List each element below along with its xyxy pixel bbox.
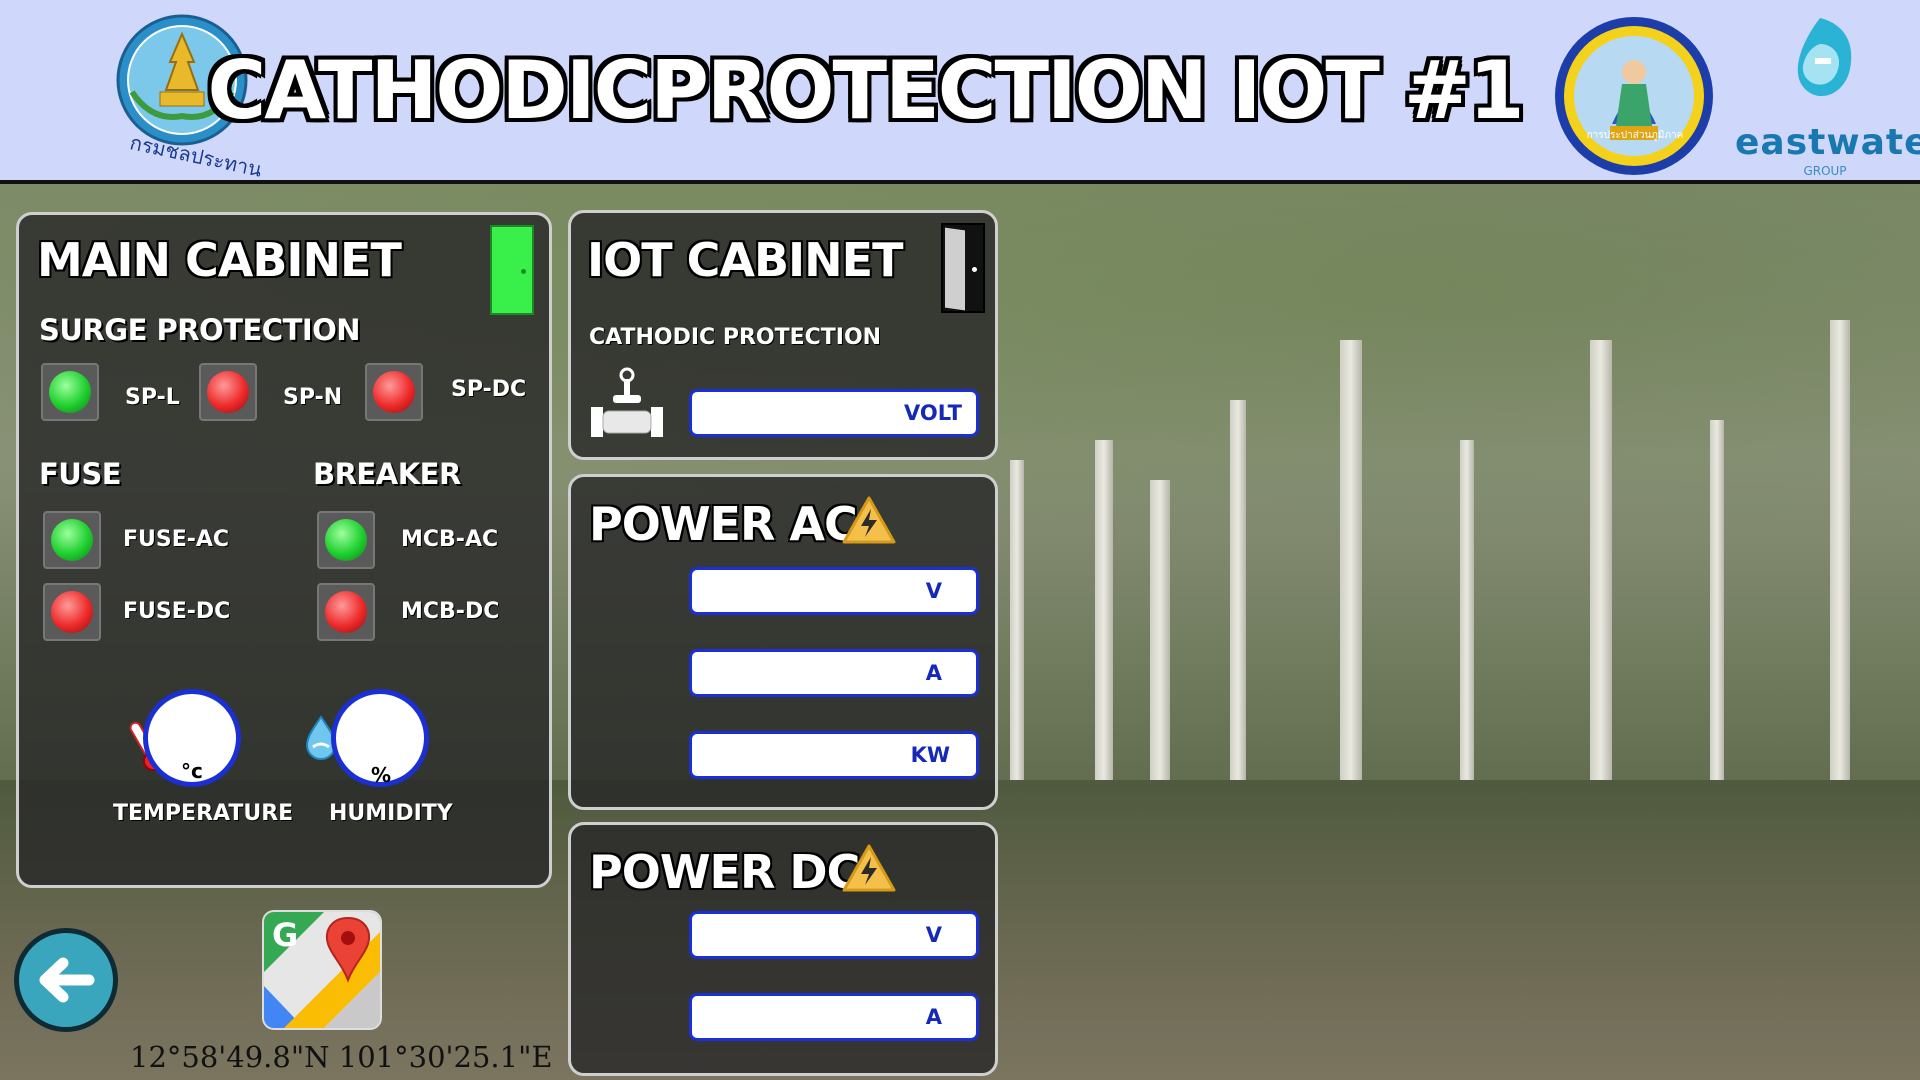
breaker-title: BREAKER xyxy=(313,457,461,491)
power-ac-warning-bolt-icon xyxy=(841,495,897,549)
page-title: CATHODICPROTECTION IOT #1 xyxy=(207,44,1524,137)
sp-dc-indicator xyxy=(365,363,423,421)
main-cabinet-door-icon[interactable] xyxy=(490,225,534,315)
iot-cabinet-panel: IOT CABINET CATHODIC PROTECTION VOLT xyxy=(568,210,998,460)
mcb-ac-indicator xyxy=(317,511,375,569)
power-ac-a-field: A xyxy=(689,649,979,697)
gps-coordinates: 12°58'49.8"N 101°30'25.1"E xyxy=(130,1040,553,1074)
google-maps-icon[interactable]: G xyxy=(264,912,380,1028)
cathodic-volt-field: VOLT xyxy=(689,389,979,437)
power-dc-a-field: A xyxy=(689,993,979,1041)
main-cabinet-panel: MAIN CABINET SURGE PROTECTION SP-L SP-N … xyxy=(16,212,552,888)
power-dc-v-unit: V xyxy=(925,923,942,947)
badge-caption: การประปาส่วนภูมิภาค xyxy=(1586,130,1684,141)
iot-cabinet-door-icon[interactable] xyxy=(941,223,985,313)
power-dc-a-unit: A xyxy=(925,1005,942,1029)
header-bar: กรมชลประทาน CATHODICPROTECTION IOT #1 กา… xyxy=(0,0,1920,184)
fuse-dc-indicator xyxy=(43,583,101,641)
sp-dc-label: SP-DC xyxy=(451,377,527,402)
power-ac-v-unit: V xyxy=(925,579,942,603)
eastwater-logo: eastwater GROUP xyxy=(1735,14,1920,179)
fuse-ac-label: FUSE-AC xyxy=(123,527,230,552)
mcb-dc-indicator xyxy=(317,583,375,641)
temperature-unit: °c xyxy=(181,759,203,783)
sp-l-indicator xyxy=(41,363,99,421)
main-cabinet-title: MAIN CABINET xyxy=(37,233,402,287)
iot-cabinet-title: IOT CABINET xyxy=(587,233,903,287)
sp-n-label: SP-N xyxy=(283,385,343,410)
power-ac-a-unit: A xyxy=(925,661,942,685)
cathodic-protection-label: CATHODIC PROTECTION xyxy=(589,325,882,350)
mcb-ac-label: MCB-AC xyxy=(401,527,499,552)
cathodic-volt-unit: VOLT xyxy=(904,401,962,425)
power-ac-title: POWER AC xyxy=(589,497,858,551)
power-dc-warning-bolt-icon xyxy=(841,843,897,897)
power-dc-v-field: V xyxy=(689,911,979,959)
back-button[interactable] xyxy=(14,928,118,1032)
pipe-valve-icon xyxy=(589,363,669,447)
power-dc-panel: POWER DC V A xyxy=(568,822,998,1076)
power-ac-kw-unit: KW xyxy=(910,743,950,767)
humidity-label: HUMIDITY xyxy=(329,801,453,826)
eastwater-group: GROUP xyxy=(1803,164,1847,178)
sp-l-label: SP-L xyxy=(125,385,180,410)
sp-n-indicator xyxy=(199,363,257,421)
power-dc-title: POWER DC xyxy=(589,845,860,899)
humidity-unit: % xyxy=(371,763,392,787)
svg-text:G: G xyxy=(272,916,298,954)
power-ac-v-field: V xyxy=(689,567,979,615)
power-ac-panel: POWER AC V A KW xyxy=(568,474,998,810)
fuse-dc-label: FUSE-DC xyxy=(123,599,231,624)
mcb-dc-label: MCB-DC xyxy=(401,599,500,624)
fuse-title: FUSE xyxy=(39,457,122,491)
surge-protection-title: SURGE PROTECTION xyxy=(39,313,361,347)
temperature-label: TEMPERATURE xyxy=(113,801,294,826)
power-ac-kw-field: KW xyxy=(689,731,979,779)
back-arrow-icon xyxy=(39,957,95,1003)
pwa-badge-logo xyxy=(1552,14,1716,178)
fuse-ac-indicator xyxy=(43,511,101,569)
eastwater-wordmark: eastwater xyxy=(1735,122,1920,163)
